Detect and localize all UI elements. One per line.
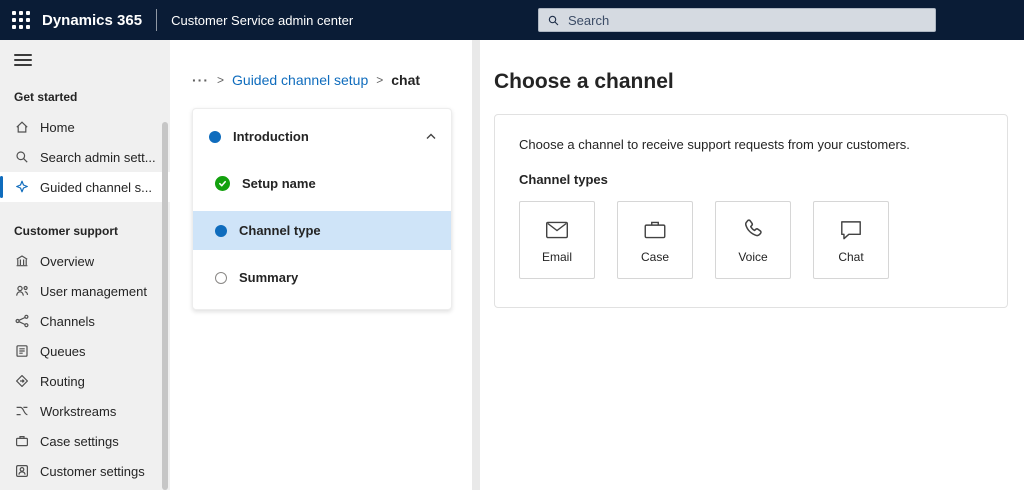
channel-types-label: Channel types: [519, 172, 608, 187]
case-settings-icon: [14, 433, 30, 449]
sidebar-item-label: Channels: [40, 313, 95, 329]
pane-divider: [472, 40, 480, 490]
sidebar-section-get-started: Get started: [14, 90, 78, 104]
search-icon: [14, 149, 30, 165]
step-setup-name[interactable]: Setup name: [193, 164, 451, 203]
collapse-section-button[interactable]: [425, 131, 437, 143]
channel-description: Choose a channel to receive support requ…: [519, 137, 910, 152]
step-current-dot-icon: [209, 130, 221, 143]
breadcrumb-separator-icon: >: [217, 73, 225, 87]
routing-icon: [14, 373, 30, 389]
search-input[interactable]: [566, 11, 927, 29]
step-label: Setup name: [242, 176, 316, 191]
page-title: Choose a channel: [494, 70, 674, 93]
sidebar-item-overview[interactable]: Overview: [0, 246, 170, 276]
home-icon: [14, 119, 30, 135]
topbar-divider: [156, 9, 158, 31]
channel-tile-label: Chat: [838, 249, 864, 264]
sidebar-item-routing[interactable]: Routing: [0, 366, 170, 396]
sidebar-item-channels[interactable]: Channels: [0, 306, 170, 336]
chevron-up-icon: [426, 133, 436, 139]
user-management-icon: [14, 283, 30, 299]
step-current-dot-icon: [215, 224, 227, 237]
breadcrumb-ellipsis[interactable]: ···: [192, 73, 209, 87]
sidebar-item-home[interactable]: Home: [0, 112, 170, 142]
wizard-panel: ··· > Guided channel setup > chat Introd…: [170, 40, 472, 490]
channel-tile-email[interactable]: Email: [519, 201, 595, 279]
channel-tile-label: Email: [541, 249, 572, 264]
sidebar-section-customer-support: Customer support: [14, 224, 119, 238]
sidebar-item-user-management[interactable]: User management: [0, 276, 170, 306]
case-icon: [644, 221, 666, 238]
sidebar-scrollbar[interactable]: [162, 122, 168, 490]
email-icon: [546, 221, 568, 238]
topbar: Dynamics 365 Customer Service admin cent…: [0, 0, 1024, 40]
step-complete-check-icon: [215, 176, 230, 191]
sidebar-item-label: Customer settings: [40, 463, 145, 479]
sidebar-item-label: Queues: [40, 343, 86, 359]
step-channel-type[interactable]: Channel type: [193, 211, 451, 250]
overview-icon: [14, 253, 30, 269]
workstreams-icon: [14, 403, 30, 419]
sidebar-item-workstreams[interactable]: Workstreams: [0, 396, 170, 426]
sidebar-item-label: Home: [40, 119, 75, 135]
sidebar-item-label: User management: [40, 283, 147, 299]
sidebar-item-customer-settings[interactable]: Customer settings: [0, 456, 170, 486]
customer-settings-icon: [14, 463, 30, 479]
sidebar-item-label: Case settings: [40, 433, 119, 449]
channels-icon: [14, 313, 30, 329]
main-content: Choose a channel Choose a channel to rec…: [480, 40, 1024, 490]
breadcrumb-current: chat: [391, 72, 421, 88]
app-launcher-icon[interactable]: [0, 0, 42, 40]
brand-title[interactable]: Dynamics 365: [42, 12, 142, 29]
sidebar-item-guided-channel-setup[interactable]: Guided channel s...: [0, 172, 170, 202]
waffle-grid-icon: [12, 11, 30, 29]
sidebar-item-queues[interactable]: Queues: [0, 336, 170, 366]
channel-tile-case[interactable]: Case: [617, 201, 693, 279]
sidebar-item-search-admin-settings[interactable]: Search admin sett...: [0, 142, 170, 172]
queues-icon: [14, 343, 30, 359]
guided-channel-setup-icon: [14, 179, 30, 195]
step-todo-dot-icon: [215, 271, 227, 284]
chat-icon: [841, 220, 861, 239]
topbar-search[interactable]: [538, 8, 936, 32]
step-label: Summary: [239, 270, 299, 285]
sidebar-item-case-settings[interactable]: Case settings: [0, 426, 170, 456]
step-summary[interactable]: Summary: [193, 258, 451, 297]
search-icon: [548, 15, 559, 25]
sidebar-item-label: Guided channel s...: [40, 179, 153, 195]
channel-selection-card: Choose a channel to receive support requ…: [494, 114, 1008, 308]
channel-tile-label: Case: [640, 249, 669, 264]
step-introduction[interactable]: Introduction: [193, 117, 451, 156]
sidebar: Get started Home Search admin sett... Gu…: [0, 40, 170, 490]
wizard-steps-card: Introduction Setup name Channel type Sum…: [192, 108, 452, 310]
sidebar-item-label: Overview: [40, 253, 95, 269]
step-label: Introduction: [233, 129, 309, 144]
breadcrumb-link-guided-channel-setup[interactable]: Guided channel setup: [232, 72, 368, 88]
breadcrumb-separator-icon: >: [376, 73, 384, 87]
sidebar-item-label: Routing: [40, 373, 85, 389]
step-label: Channel type: [239, 223, 321, 238]
channel-tile-voice[interactable]: Voice: [715, 201, 791, 279]
sidebar-item-label: Search admin sett...: [40, 149, 156, 165]
channel-tile-chat[interactable]: Chat: [813, 201, 889, 279]
voice-icon: [744, 218, 762, 236]
breadcrumb: ··· > Guided channel setup > chat: [192, 72, 472, 88]
channel-tile-label: Voice: [738, 249, 768, 264]
hamburger-menu-icon[interactable]: [14, 54, 32, 66]
sidebar-item-label: Workstreams: [40, 403, 117, 419]
channel-tiles: Email Case Voice Chat: [519, 201, 983, 279]
app-title: Customer Service admin center: [171, 12, 354, 28]
